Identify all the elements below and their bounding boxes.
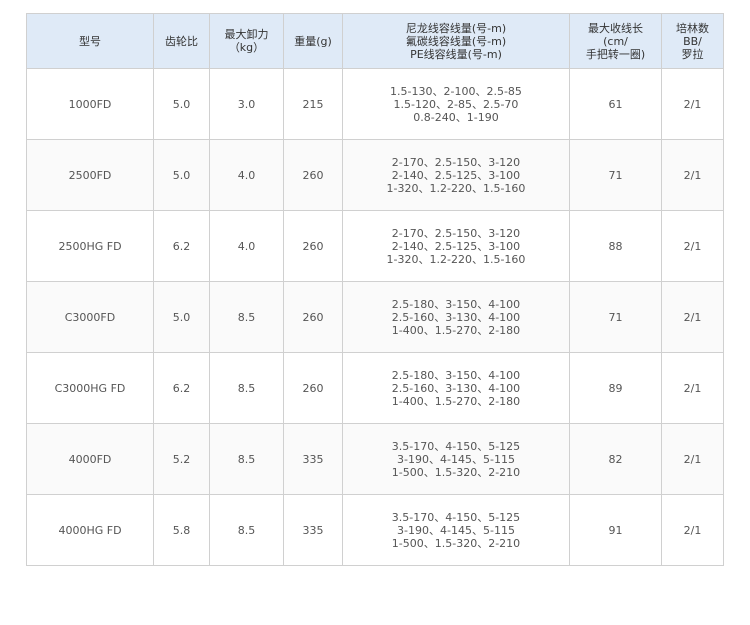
cell-model: 2500HG FD [26, 210, 154, 282]
header-capacity-fluoro: 氟碳线容线量(号-m) [405, 34, 507, 48]
header-capacity-nylon: 尼龙线容线量(号-m) [405, 21, 507, 35]
cell-gear-ratio: 5.0 [153, 281, 210, 353]
cell-gear-ratio: 5.0 [153, 139, 210, 211]
cell-bearings: 2/1 [661, 139, 724, 211]
cell-gear-ratio: 5.2 [153, 423, 210, 495]
table-row: 4000FD 5.2 8.5 335 3.5-170、4-150、5-125 3… [26, 423, 724, 495]
capacity-nylon: 2.5-180、3-150、4-100 [391, 368, 521, 382]
header-bearings-line1: 培林数 [676, 21, 709, 35]
header-max-drag-line: 最大卸力 [224, 28, 269, 41]
header-row: 型号 齿轮比 最大卸力 （kg） 重量(g) 尼龙线容线量(号-m) 氟碳线容线… [26, 13, 724, 69]
cell-retrieve: 71 [569, 139, 662, 211]
capacity-pe: 0.8-240、1-190 [413, 110, 499, 124]
header-gear-ratio: 齿轮比 [153, 13, 210, 69]
capacity-fluoro: 2-140、2.5-125、3-100 [391, 239, 521, 253]
capacity-pe: 1-400、1.5-270、2-180 [391, 323, 521, 337]
capacity-nylon: 2.5-180、3-150、4-100 [391, 297, 521, 311]
table-row: 4000HG FD 5.8 8.5 335 3.5-170、4-150、5-12… [26, 494, 724, 566]
capacity-nylon: 3.5-170、4-150、5-125 [391, 439, 521, 453]
cell-max-drag: 4.0 [209, 210, 284, 282]
cell-max-drag: 8.5 [209, 494, 284, 566]
cell-max-drag: 8.5 [209, 281, 284, 353]
header-capacity-pe: PE线容线量(号-m) [410, 47, 502, 61]
header-bearings: 培林数 BB/ 罗拉 [661, 13, 724, 69]
cell-bearings: 2/1 [661, 68, 724, 140]
table-row: C3000HG FD 6.2 8.5 260 2.5-180、3-150、4-1… [26, 352, 724, 424]
cell-bearings: 2/1 [661, 423, 724, 495]
cell-gear-ratio: 6.2 [153, 352, 210, 424]
cell-line-capacity: 2-170、2.5-150、3-120 2-140、2.5-125、3-100 … [342, 210, 570, 282]
table-row: 2500HG FD 6.2 4.0 260 2-170、2.5-150、3-12… [26, 210, 724, 282]
capacity-nylon: 2-170、2.5-150、3-120 [391, 226, 521, 240]
capacity-pe: 1-500、1.5-320、2-210 [391, 465, 521, 479]
cell-model: C3000HG FD [26, 352, 154, 424]
cell-line-capacity: 2-170、2.5-150、3-120 2-140、2.5-125、3-100 … [342, 139, 570, 211]
cell-retrieve: 61 [569, 68, 662, 140]
header-retrieve-line3: 手把转一圈) [585, 47, 646, 61]
cell-bearings: 2/1 [661, 352, 724, 424]
table-row: 2500FD 5.0 4.0 260 2-170、2.5-150、3-120 2… [26, 139, 724, 211]
header-line-capacity: 尼龙线容线量(号-m) 氟碳线容线量(号-m) PE线容线量(号-m) [342, 13, 570, 69]
cell-retrieve: 82 [569, 423, 662, 495]
capacity-fluoro: 2-140、2.5-125、3-100 [391, 168, 521, 182]
capacity-pe: 1-400、1.5-270、2-180 [391, 394, 521, 408]
header-model: 型号 [26, 13, 154, 69]
cell-line-capacity: 1.5-130、2-100、2.5-85 1.5-120、2-85、2.5-70… [342, 68, 570, 140]
cell-retrieve: 91 [569, 494, 662, 566]
cell-bearings: 2/1 [661, 210, 724, 282]
cell-line-capacity: 3.5-170、4-150、5-125 3-190、4-145、5-115 1-… [342, 423, 570, 495]
capacity-fluoro: 3-190、4-145、5-115 [397, 452, 515, 466]
header-bearings-line3: 罗拉 [681, 47, 704, 61]
capacity-pe: 1-320、1.2-220、1.5-160 [386, 252, 526, 266]
cell-bearings: 2/1 [661, 494, 724, 566]
cell-gear-ratio: 5.0 [153, 68, 210, 140]
header-weight: 重量(g) [283, 13, 343, 69]
cell-weight: 335 [283, 423, 343, 495]
header-retrieve-line2: (cm/ [603, 34, 628, 48]
capacity-pe: 1-500、1.5-320、2-210 [391, 536, 521, 550]
cell-bearings: 2/1 [661, 281, 724, 353]
header-max-drag-unit: （kg） [228, 41, 265, 54]
cell-retrieve: 71 [569, 281, 662, 353]
capacity-fluoro: 1.5-120、2-85、2.5-70 [393, 97, 519, 111]
table-row: 1000FD 5.0 3.0 215 1.5-130、2-100、2.5-85 … [26, 68, 724, 140]
spec-table: 型号 齿轮比 最大卸力 （kg） 重量(g) 尼龙线容线量(号-m) 氟碳线容线… [26, 13, 724, 566]
cell-model: 2500FD [26, 139, 154, 211]
capacity-pe: 1-320、1.2-220、1.5-160 [386, 181, 526, 195]
cell-weight: 335 [283, 494, 343, 566]
cell-model: 4000FD [26, 423, 154, 495]
table-row: C3000FD 5.0 8.5 260 2.5-180、3-150、4-100 … [26, 281, 724, 353]
cell-model: 4000HG FD [26, 494, 154, 566]
cell-line-capacity: 3.5-170、4-150、5-125 3-190、4-145、5-115 1-… [342, 494, 570, 566]
cell-retrieve: 89 [569, 352, 662, 424]
capacity-fluoro: 2.5-160、3-130、4-100 [391, 310, 521, 324]
table-header: 型号 齿轮比 最大卸力 （kg） 重量(g) 尼龙线容线量(号-m) 氟碳线容线… [26, 13, 724, 69]
cell-weight: 260 [283, 139, 343, 211]
cell-line-capacity: 2.5-180、3-150、4-100 2.5-160、3-130、4-100 … [342, 352, 570, 424]
capacity-nylon: 2-170、2.5-150、3-120 [391, 155, 521, 169]
cell-model: C3000FD [26, 281, 154, 353]
capacity-nylon: 3.5-170、4-150、5-125 [391, 510, 521, 524]
header-retrieve: 最大收线长 (cm/ 手把转一圈) [569, 13, 662, 69]
table-body: 1000FD 5.0 3.0 215 1.5-130、2-100、2.5-85 … [26, 68, 724, 566]
capacity-nylon: 1.5-130、2-100、2.5-85 [390, 84, 522, 98]
cell-gear-ratio: 6.2 [153, 210, 210, 282]
header-retrieve-line1: 最大收线长 [588, 21, 643, 35]
capacity-fluoro: 3-190、4-145、5-115 [397, 523, 515, 537]
cell-gear-ratio: 5.8 [153, 494, 210, 566]
cell-retrieve: 88 [569, 210, 662, 282]
cell-max-drag: 8.5 [209, 423, 284, 495]
header-bearings-line2: BB/ [683, 34, 702, 48]
cell-model: 1000FD [26, 68, 154, 140]
cell-weight: 215 [283, 68, 343, 140]
cell-max-drag: 3.0 [209, 68, 284, 140]
cell-line-capacity: 2.5-180、3-150、4-100 2.5-160、3-130、4-100 … [342, 281, 570, 353]
cell-weight: 260 [283, 210, 343, 282]
cell-weight: 260 [283, 352, 343, 424]
cell-weight: 260 [283, 281, 343, 353]
capacity-fluoro: 2.5-160、3-130、4-100 [391, 381, 521, 395]
cell-max-drag: 8.5 [209, 352, 284, 424]
header-max-drag: 最大卸力 （kg） [209, 13, 284, 69]
cell-max-drag: 4.0 [209, 139, 284, 211]
